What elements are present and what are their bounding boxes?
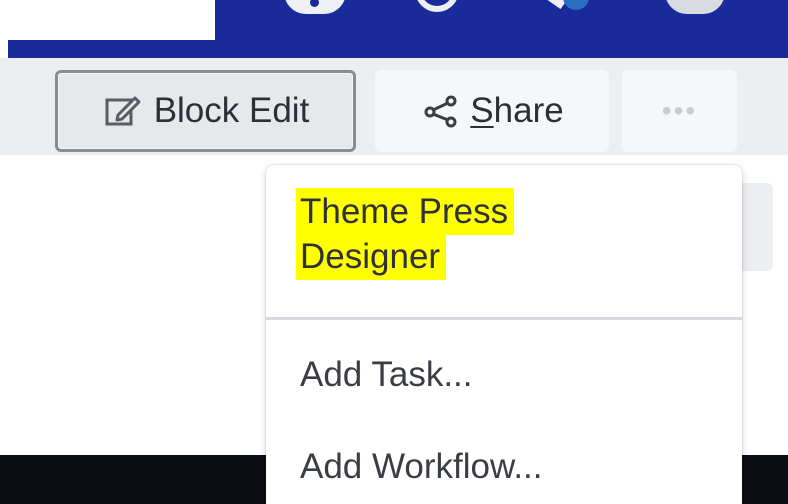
app-header [0, 0, 788, 58]
block-edit-label: Block Edit [153, 91, 310, 130]
menu-item-theme-press-designer[interactable]: Theme Press Designer [266, 188, 742, 280]
more-dots-icon: ••• [661, 95, 698, 126]
block-edit-button[interactable]: Block Edit [55, 70, 356, 152]
more-options-button[interactable]: ••• [622, 70, 737, 152]
more-options-menu: Theme Press Designer Add Task... Add Wor… [266, 165, 742, 504]
share-button[interactable]: Share [375, 70, 609, 152]
share-icon [420, 91, 460, 131]
edit-icon [102, 91, 142, 131]
menu-item-add-workflow[interactable]: Add Workflow... [266, 447, 742, 487]
share-label: Share [470, 91, 564, 130]
menu-divider [266, 317, 742, 320]
menu-item-add-task[interactable]: Add Task... [266, 355, 742, 395]
page-toolbar: Block Edit Share ••• [0, 58, 788, 155]
